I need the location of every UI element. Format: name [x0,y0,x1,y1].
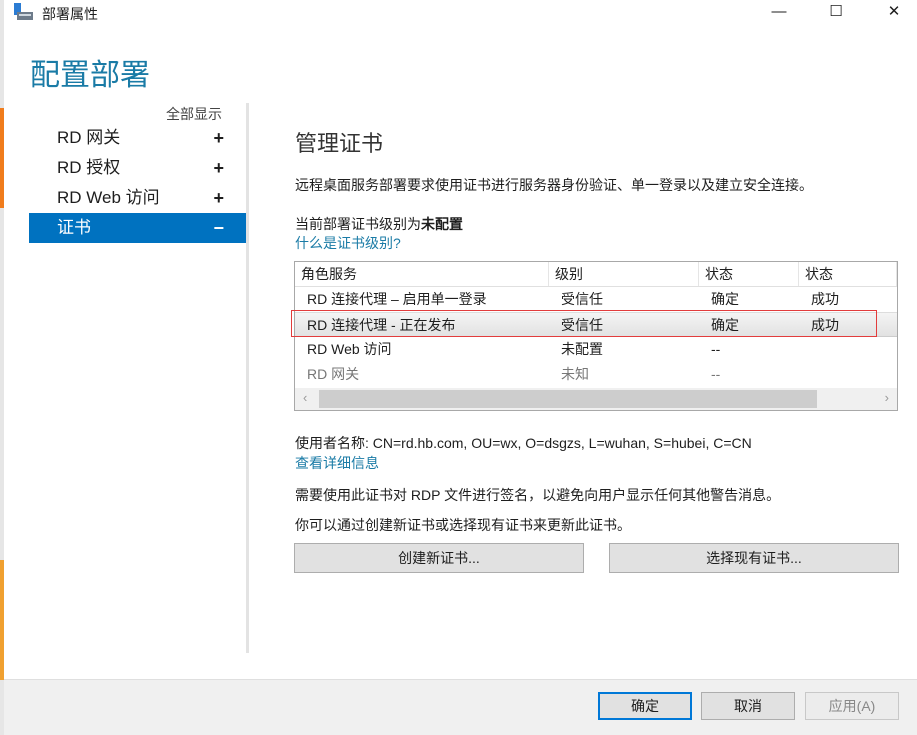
table-row[interactable]: RD Web 访问 未配置 -- [295,337,897,362]
page-heading: 配置部署 [30,59,150,92]
update-note: 你可以通过创建新证书或选择现有证书来更新此证书。 [295,517,631,533]
sidebar-item-rd-licensing[interactable]: RD 授权 + [29,153,246,183]
view-details-link[interactable]: 查看详细信息 [295,453,379,473]
column-header[interactable]: 状态 [799,262,897,286]
scroll-right-icon[interactable]: › [885,390,889,405]
table-header: 角色服务 级别 状态 状态 [295,262,897,287]
column-header[interactable]: 级别 [549,262,699,286]
cell: 确定 [711,291,739,307]
ok-button[interactable]: 确定 [598,692,692,720]
sidebar-item-rd-web-access[interactable]: RD Web 访问 + [29,183,246,213]
sidebar-item-label: RD Web 访问 [57,188,160,207]
cell: 成功 [811,291,839,307]
cert-level: 当前部署证书级别为未配置 [295,214,463,234]
column-header[interactable]: 角色服务 [295,262,549,286]
divider [246,103,249,653]
sidebar-item-certificates[interactable]: 证书 − [29,213,246,243]
show-all-link[interactable]: 全部显示 [166,104,222,124]
table-row[interactable]: RD 网关 未知 -- [295,362,897,387]
window-title: 部署属性 [42,6,98,22]
cell: 受信任 [561,291,603,307]
cell: RD Web 访问 [307,341,392,357]
cell: RD 连接代理 – 启用单一登录 [307,291,487,307]
title-bar: 部署属性 — ☐ ✕ [4,0,917,26]
sidebar-nav: RD 网关 + RD 授权 + RD Web 访问 + 证书 − [29,123,246,243]
dialog-footer: 确定 取消 应用(A) [4,679,917,735]
cert-level-help-link[interactable]: 什么是证书级别? [295,233,401,253]
subject-name: 使用者名称: CN=rd.hb.com, OU=wx, O=dsgzs, L=w… [295,435,752,451]
horizontal-scrollbar[interactable]: ‹ › [295,388,897,410]
sidebar-item-label: 证书 [57,218,91,237]
expand-icon: + [213,158,224,178]
expand-icon: + [213,128,224,148]
close-button[interactable]: ✕ [871,0,917,26]
cell: -- [711,341,721,357]
scroll-left-icon[interactable]: ‹ [303,390,307,405]
cancel-button[interactable]: 取消 [701,692,795,720]
cert-level-value: 未配置 [421,216,463,232]
sign-note: 需要使用此证书对 RDP 文件进行签名，以避免向用户显示任何其他警告消息。 [295,487,781,503]
cell: RD 网关 [307,366,360,382]
cell [799,337,897,362]
select-certificate-button[interactable]: 选择现有证书... [609,543,899,573]
expand-icon: + [213,188,224,208]
column-header[interactable]: 状态 [699,262,799,286]
cell: 未配置 [561,341,603,357]
cert-level-label: 当前部署证书级别为 [295,216,421,232]
table-row[interactable]: RD 连接代理 – 启用单一登录 受信任 确定 成功 [295,287,897,312]
maximize-button[interactable]: ☐ [813,0,859,26]
apply-button[interactable]: 应用(A) [805,692,899,720]
sidebar-item-label: RD 授权 [57,158,121,177]
section-title: 管理证书 [295,131,384,156]
cell: -- [711,366,721,382]
background-edge [0,0,4,735]
create-certificate-button[interactable]: 创建新证书... [294,543,584,573]
cell [799,362,897,387]
sidebar-item-label: RD 网关 [57,128,121,147]
server-icon [14,3,33,20]
collapse-icon: − [213,218,224,238]
cell: 未知 [561,366,589,382]
minimize-button[interactable]: — [756,0,802,26]
highlight-annotation [291,310,877,337]
sidebar-item-rd-gateway[interactable]: RD 网关 + [29,123,246,153]
description: 远程桌面服务部署要求使用证书进行服务器身份验证、单一登录以及建立安全连接。 [295,177,813,193]
scrollbar-thumb[interactable] [319,390,817,408]
